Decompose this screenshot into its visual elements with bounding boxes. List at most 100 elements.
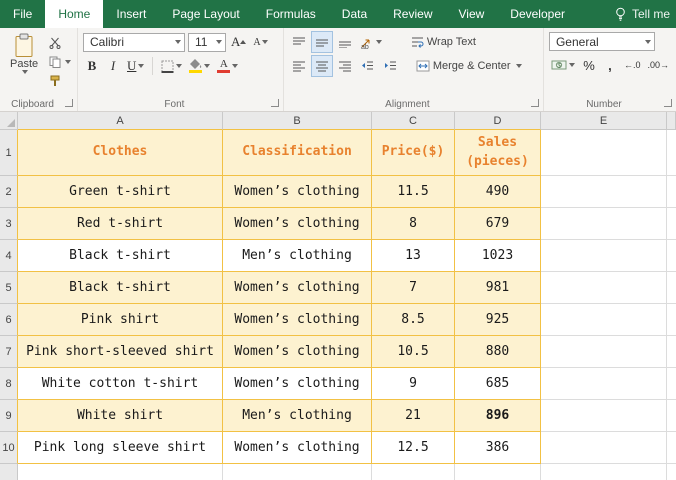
accounting-format-button[interactable]: $ xyxy=(549,55,577,75)
comma-style-button[interactable]: , xyxy=(601,55,619,75)
cell[interactable]: 13 xyxy=(372,240,455,272)
number-dialog-launcher[interactable] xyxy=(664,99,672,107)
tab-developer[interactable]: Developer xyxy=(497,0,578,28)
cell-empty[interactable] xyxy=(541,240,667,272)
cell[interactable]: White cotton t-shirt xyxy=(18,368,223,400)
select-all-button[interactable] xyxy=(0,112,18,130)
cut-button[interactable] xyxy=(48,35,72,50)
cell[interactable]: 925 xyxy=(455,304,541,336)
cell[interactable]: Men’s clothing xyxy=(223,240,372,272)
number-format-combo[interactable]: General xyxy=(548,32,655,51)
format-painter-button[interactable] xyxy=(48,73,72,88)
italic-button[interactable]: I xyxy=(104,56,122,76)
increase-indent-button[interactable] xyxy=(381,56,401,76)
cell-empty[interactable] xyxy=(667,400,676,432)
column-header-partial[interactable] xyxy=(667,112,676,130)
cell-empty[interactable] xyxy=(541,368,667,400)
decrease-decimal-button[interactable]: .00→ xyxy=(645,55,671,75)
cell[interactable]: Women’s clothing xyxy=(223,432,372,464)
shrink-font-button[interactable]: A xyxy=(251,32,269,52)
row-number[interactable]: 8 xyxy=(0,368,18,400)
cell[interactable]: 9 xyxy=(372,368,455,400)
row-number[interactable]: 3 xyxy=(0,208,18,240)
cell-empty[interactable] xyxy=(541,432,667,464)
cell[interactable]: Pink shirt xyxy=(18,304,223,336)
cell-empty[interactable] xyxy=(667,176,676,208)
row-number[interactable]: 2 xyxy=(0,176,18,208)
font-name-combo[interactable]: Calibri xyxy=(83,32,185,52)
font-dialog-launcher[interactable] xyxy=(270,99,279,107)
column-header-d[interactable]: D xyxy=(455,112,541,130)
align-bottom-button[interactable] xyxy=(335,32,355,52)
cell[interactable]: Pink short-sleeved shirt xyxy=(18,336,223,368)
row-number[interactable]: 9 xyxy=(0,400,18,432)
cell[interactable]: Black t-shirt xyxy=(18,240,223,272)
cell[interactable]: 981 xyxy=(455,272,541,304)
tab-view[interactable]: View xyxy=(446,0,498,28)
fill-color-button[interactable] xyxy=(187,56,212,76)
cell[interactable]: 8.5 xyxy=(372,304,455,336)
header-cell-price[interactable]: Price($) xyxy=(372,130,455,176)
percent-style-button[interactable]: % xyxy=(580,55,598,75)
increase-decimal-button[interactable]: ←.0 xyxy=(622,55,643,75)
row-number[interactable]: 6 xyxy=(0,304,18,336)
align-left-button[interactable] xyxy=(289,56,309,76)
column-header-c[interactable]: C xyxy=(372,112,455,130)
cell-empty[interactable] xyxy=(667,272,676,304)
cell-empty[interactable] xyxy=(667,208,676,240)
merge-center-button[interactable]: Merge & Center xyxy=(416,60,522,72)
align-middle-button[interactable] xyxy=(310,31,333,53)
cell[interactable]: Women’s clothing xyxy=(223,208,372,240)
row-number[interactable]: 1 xyxy=(0,130,18,176)
cell-empty[interactable] xyxy=(667,368,676,400)
header-cell-classification[interactable]: Classification xyxy=(223,130,372,176)
underline-button[interactable]: U xyxy=(125,56,146,76)
row-number[interactable]: 4 xyxy=(0,240,18,272)
tab-file[interactable]: File xyxy=(0,0,45,28)
cell[interactable]: 11.5 xyxy=(372,176,455,208)
cell[interactable]: Women’s clothing xyxy=(223,272,372,304)
tab-insert[interactable]: Insert xyxy=(103,0,159,28)
cell-empty[interactable] xyxy=(541,400,667,432)
font-size-combo[interactable]: 11 xyxy=(188,32,226,52)
align-top-button[interactable] xyxy=(289,32,309,52)
cell-empty[interactable] xyxy=(541,272,667,304)
cell-empty[interactable] xyxy=(541,464,667,480)
header-cell-sales[interactable]: Sales (pieces) xyxy=(455,130,541,176)
cell-empty[interactable] xyxy=(541,304,667,336)
row-number[interactable]: 5 xyxy=(0,272,18,304)
cell[interactable]: Green t-shirt xyxy=(18,176,223,208)
cell-empty[interactable] xyxy=(667,432,676,464)
row-number[interactable]: 7 xyxy=(0,336,18,368)
cell[interactable]: 880 xyxy=(455,336,541,368)
row-number[interactable] xyxy=(0,464,18,480)
cell[interactable]: 12.5 xyxy=(372,432,455,464)
cell-empty[interactable] xyxy=(541,208,667,240)
wrap-text-button[interactable]: Wrap Text xyxy=(411,36,476,48)
tab-data[interactable]: Data xyxy=(329,0,380,28)
cell-empty[interactable] xyxy=(541,130,667,176)
decrease-indent-button[interactable] xyxy=(358,56,378,76)
cell[interactable]: 386 xyxy=(455,432,541,464)
cell[interactable]: 7 xyxy=(372,272,455,304)
tab-page-layout[interactable]: Page Layout xyxy=(159,0,252,28)
tell-me-box[interactable]: Tell me xyxy=(608,0,676,28)
bold-button[interactable]: B xyxy=(83,56,101,76)
column-header-e[interactable]: E xyxy=(541,112,667,130)
grow-font-button[interactable]: A xyxy=(229,32,248,52)
cell[interactable]: 21 xyxy=(372,400,455,432)
align-right-button[interactable] xyxy=(335,56,355,76)
align-center-button[interactable] xyxy=(310,55,333,77)
cell[interactable]: 490 xyxy=(455,176,541,208)
tab-formulas[interactable]: Formulas xyxy=(253,0,329,28)
cell-empty[interactable] xyxy=(223,464,372,480)
cell[interactable]: Pink long sleeve shirt xyxy=(18,432,223,464)
alignment-dialog-launcher[interactable] xyxy=(530,99,539,107)
cell[interactable]: 679 xyxy=(455,208,541,240)
cell[interactable]: White shirt xyxy=(18,400,223,432)
cell-empty[interactable] xyxy=(667,130,676,176)
cell-empty[interactable] xyxy=(667,304,676,336)
tab-review[interactable]: Review xyxy=(380,0,445,28)
row-number[interactable]: 10 xyxy=(0,432,18,464)
cell[interactable]: Black t-shirt xyxy=(18,272,223,304)
